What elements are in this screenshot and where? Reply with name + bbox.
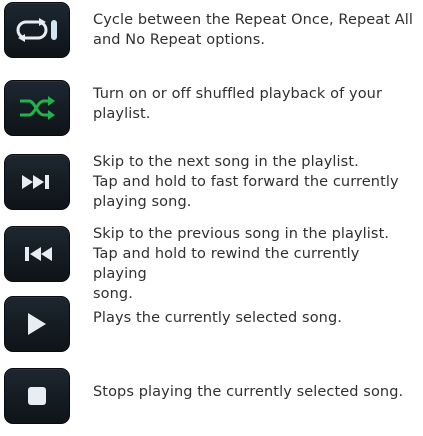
repeat-icon xyxy=(15,17,59,43)
stop-row: Stops playing the currently selected son… xyxy=(0,366,423,436)
stop-icon xyxy=(26,385,48,407)
next-track-description: Skip to the next song in the playlist. T… xyxy=(93,154,399,210)
repeat-row: Cycle between the Repeat Once, Repeat Al… xyxy=(0,0,423,70)
previous-row: Skip to the previous song in the playlis… xyxy=(0,224,423,302)
stop-button[interactable] xyxy=(4,368,70,424)
previous-track-description: Skip to the previous song in the playlis… xyxy=(93,226,390,302)
repeat-description: Cycle between the Repeat Once, Repeat Al… xyxy=(93,12,414,48)
repeat-button[interactable] xyxy=(4,2,70,58)
shuffle-row: Turn on or off shuffled playback of your… xyxy=(0,78,423,148)
shuffle-button[interactable] xyxy=(4,80,70,136)
previous-track-button[interactable] xyxy=(4,226,70,282)
shuffle-icon xyxy=(17,95,57,121)
stop-description: Stops playing the currently selected son… xyxy=(93,384,404,400)
play-button[interactable] xyxy=(4,296,70,352)
next-row: Skip to the next song in the playlist. T… xyxy=(0,152,423,222)
next-track-icon xyxy=(20,173,54,191)
play-row: Plays the currently selected song. xyxy=(0,294,423,364)
previous-track-icon xyxy=(20,245,54,263)
play-icon xyxy=(24,311,50,337)
next-track-button[interactable] xyxy=(4,154,70,210)
shuffle-description: Turn on or off shuffled playback of your… xyxy=(93,86,383,122)
play-description: Plays the currently selected song. xyxy=(93,310,342,326)
